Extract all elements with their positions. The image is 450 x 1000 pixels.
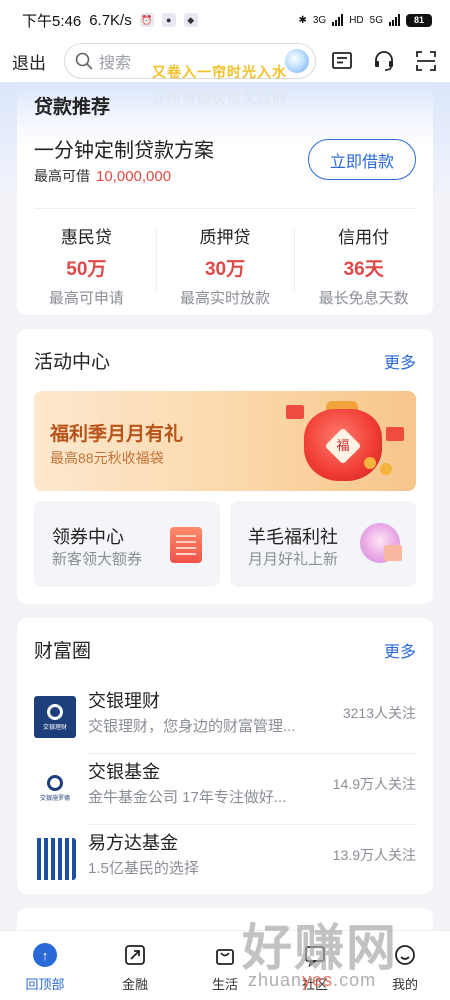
app-notification-icon-2: ◆ <box>183 13 198 27</box>
fund-name: 易方达基金 <box>88 833 178 853</box>
tile-name: 羊毛福利社 <box>248 527 338 547</box>
community-icon <box>305 946 325 967</box>
overlay-caption-1: 又卷入一帘时光入水 <box>152 64 287 80</box>
coupon-center-tile[interactable]: 领券中心 新客领大额券 <box>34 501 220 587</box>
app-notification-icon: ● <box>161 13 176 27</box>
efund-logo <box>34 838 76 880</box>
nav-life[interactable]: 生活 <box>180 931 270 1000</box>
tile-desc: 新客领大额券 <box>52 551 143 568</box>
signal-icon <box>332 14 344 26</box>
bocom-schroders-logo: 交银施罗德 <box>34 767 76 809</box>
gift-icon <box>384 545 402 561</box>
fund-desc: 交银理财，您身边的财富管理... <box>88 718 296 735</box>
loan-limit: 最高可借 10,000,000 <box>34 166 171 186</box>
alarm-icon: ⏰ <box>139 13 154 27</box>
profile-icon <box>395 945 415 965</box>
loan-product-sub: 最高可申请 <box>48 290 124 307</box>
nav-label: 回顶部 <box>25 977 65 992</box>
loan-limit-value: 10,000,000 <box>96 168 172 185</box>
loan-product-name: 惠民贷 <box>60 228 112 247</box>
loan-products: 惠民贷 50万 最高可申请 质押贷 30万 最高实时放款 信用付 36天 最长免… <box>17 219 433 307</box>
shopping-bag-icon <box>216 949 234 965</box>
nav-label: 金融 <box>121 977 148 992</box>
loan-product-name: 信用付 <box>338 228 390 247</box>
status-speed: 6.7K/s <box>89 11 132 29</box>
nav-label: 生活 <box>211 977 238 992</box>
wealth-more-link[interactable]: 更多 <box>384 638 416 662</box>
fund-desc: 1.5亿基民的选择 <box>88 860 199 877</box>
divider <box>34 208 416 209</box>
net-5g-label: 5G <box>369 14 383 26</box>
fund-name: 交银基金 <box>88 762 160 782</box>
bluetooth-icon: ✱ <box>298 14 307 26</box>
activity-center-card: 活动中心 更多 福利季月月有礼 最高88元秋收福袋 福 领券中心 新客领大额券 … <box>17 329 433 604</box>
fund-row[interactable]: 交银施罗德 交银基金 金牛基金公司 17年专注做好... 14.9万人关注 <box>34 754 416 825</box>
red-envelope-icon <box>286 405 304 419</box>
search-icon <box>75 52 93 70</box>
fund-desc: 金牛基金公司 17年专注做好... <box>88 789 287 806</box>
hd-label: HD <box>349 14 364 26</box>
nav-finance[interactable]: 金融 <box>90 931 180 1000</box>
back-to-top-icon: ↑ <box>33 943 57 967</box>
loan-product-sub: 最高实时放款 <box>180 290 271 307</box>
bocom-wealth-logo: 交银理财 <box>34 696 76 738</box>
voice-assistant-icon[interactable] <box>285 49 309 73</box>
logo-text: 交银施罗德 <box>39 795 70 802</box>
nav-back-to-top[interactable]: ↑ 回顶部 <box>0 931 90 1000</box>
bottom-nav: ↑ 回顶部 金融 生活 社区 我的 <box>0 930 450 1000</box>
welfare-club-tile[interactable]: 羊毛福利社 月月好礼上新 <box>230 501 416 587</box>
finance-icon <box>125 945 145 965</box>
loan-product-xinyongfu[interactable]: 信用付 36天 最长免息天数 <box>294 219 433 307</box>
welfare-banner[interactable]: 福利季月月有礼 最高88元秋收福袋 福 <box>34 391 416 491</box>
loan-product-zhiyadai[interactable]: 质押贷 30万 最高实时放款 <box>155 219 295 307</box>
coupon-icon <box>170 527 202 563</box>
loan-limit-label: 最高可借 <box>34 168 90 184</box>
fund-row[interactable]: 交银理财 交银理财 交银理财，您身边的财富管理... 3213人关注 <box>34 683 416 754</box>
nav-label: 社区 <box>301 977 328 992</box>
customer-service-icon[interactable] <box>372 49 396 73</box>
lucky-bag-badge: 福 <box>336 438 350 453</box>
tile-name: 领券中心 <box>52 527 124 547</box>
signal-icon-2 <box>389 14 400 26</box>
loan-headline[interactable]: 一分钟定制贷款方案 <box>34 134 214 163</box>
banner-title: 福利季月月有礼 <box>50 424 184 445</box>
logout-button[interactable]: 退出 <box>12 49 62 74</box>
fund-name: 交银理财 <box>88 691 160 711</box>
activity-section-title: 活动中心 <box>34 352 111 373</box>
loan-product-sub: 最长免息天数 <box>318 290 409 307</box>
nav-label: 我的 <box>391 977 418 992</box>
message-icon[interactable] <box>330 49 354 73</box>
status-bar: 下午5:46 6.7K/s ⏰ ● ◆ ✱ 3G HD 5G 81 <box>0 0 450 40</box>
net-3g-label: 3G <box>312 14 327 26</box>
search-placeholder: 搜索 <box>99 55 132 72</box>
activity-more-link[interactable]: 更多 <box>384 349 416 373</box>
loan-product-value: 50万 <box>66 259 107 280</box>
lucky-bag-icon: 福 <box>304 409 382 481</box>
loan-product-huiminday[interactable]: 惠民贷 50万 最高可申请 <box>17 219 156 307</box>
loan-product-value: 30万 <box>204 259 246 280</box>
loan-product-value: 36天 <box>343 259 384 280</box>
battery-icon: 81 <box>406 13 432 27</box>
nav-community[interactable]: 社区 <box>270 931 360 1000</box>
fund-row[interactable]: 易方达基金 1.5亿基民的选择 13.9万人关注 <box>34 825 416 896</box>
coin-icon <box>380 463 392 475</box>
logo-text: 交银理财 <box>42 724 67 731</box>
banner-subtitle: 最高88元秋收福袋 <box>50 450 164 466</box>
nav-mine[interactable]: 我的 <box>360 931 450 1000</box>
tile-desc: 月月好礼上新 <box>248 551 339 568</box>
status-time: 下午5:46 <box>22 12 82 30</box>
loan-product-name: 质押贷 <box>199 228 251 247</box>
coin-icon <box>364 457 376 469</box>
wealth-section-title: 财富圈 <box>34 641 92 662</box>
overlay-caption-2: 让所有很久很久以前 <box>152 91 287 107</box>
fund-follow-count: 14.9万人关注 <box>332 776 416 792</box>
fund-follow-count: 3213人关注 <box>342 705 416 721</box>
loan-recommend-card: 贷款推荐 一分钟定制贷款方案 最高可借 10,000,000 立即借款 惠民贷 5… <box>17 84 433 315</box>
fund-follow-count: 13.9万人关注 <box>332 847 416 863</box>
wealth-circle-card: 财富圈 更多 交银理财 交银理财 交银理财，您身边的财富管理... 3213人关… <box>17 618 433 894</box>
scan-icon[interactable] <box>414 49 438 73</box>
borrow-now-button[interactable]: 立即借款 <box>308 139 416 180</box>
red-envelope-icon <box>386 427 404 441</box>
loan-section-title: 贷款推荐 <box>34 97 111 118</box>
